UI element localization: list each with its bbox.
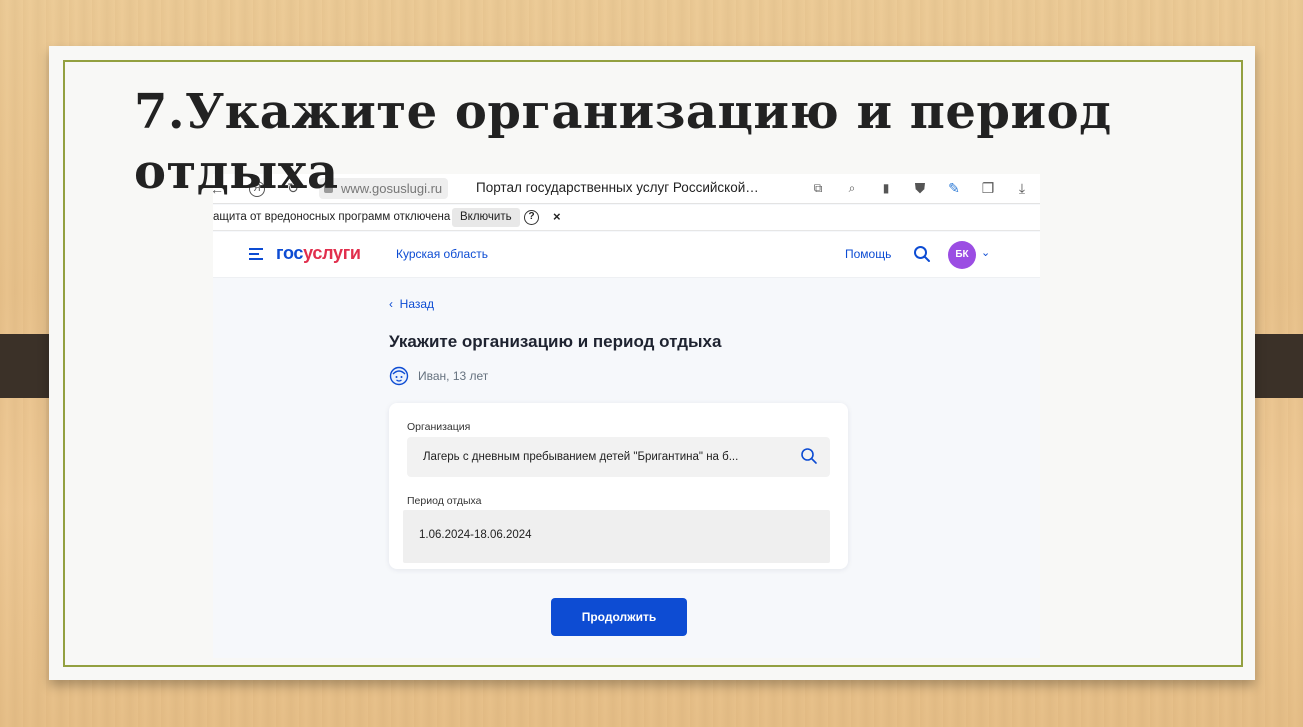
help-icon[interactable]: ? <box>524 210 539 225</box>
continue-button[interactable]: Продолжить <box>551 598 687 636</box>
site-search-icon[interactable] <box>913 245 931 263</box>
screenshot-panel: ← Я ↻ www.gosuslugi.ru Портал государств… <box>213 174 1040 658</box>
child-avatar-icon <box>389 366 409 386</box>
search-icon[interactable] <box>800 447 818 465</box>
period-field[interactable]: 1.06.2024-18.06.2024 <box>403 510 830 563</box>
child-name: Иван, 13 лет <box>418 369 489 383</box>
back-link[interactable]: ‹ Назад <box>389 297 434 311</box>
site-header: госуслуги Курская область Помощь БК ⌄ <box>213 232 1040 278</box>
child-info: Иван, 13 лет <box>389 366 489 386</box>
page-title: Укажите организацию и период отдыха <box>389 332 722 351</box>
menu-icon[interactable] <box>249 248 263 260</box>
close-icon[interactable]: × <box>553 209 561 224</box>
enable-protection-button[interactable]: Включить <box>452 208 520 227</box>
warning-text: ащита от вредоносных программ отключена <box>213 211 451 223</box>
organization-field[interactable]: Лагерь с дневным пребыванием детей "Бриг… <box>407 437 830 477</box>
help-link[interactable]: Помощь <box>845 247 891 261</box>
form-card: Организация Лагерь с дневным пребыванием… <box>389 403 848 569</box>
security-warning-bar: ащита от вредоносных программ отключена … <box>213 205 1040 231</box>
chevron-down-icon[interactable]: ⌄ <box>981 246 990 259</box>
organization-label: Организация <box>407 421 471 433</box>
avatar[interactable]: БК <box>948 241 976 269</box>
slide-title: 7.Укажите организацию и период отдыха <box>134 84 1112 200</box>
period-label: Период отдыха <box>407 495 482 507</box>
gosuslugi-logo[interactable]: госуслуги <box>276 243 361 264</box>
period-value: 1.06.2024-18.06.2024 <box>419 529 532 541</box>
region-selector[interactable]: Курская область <box>396 247 488 261</box>
organization-value: Лагерь с дневным пребыванием детей "Бриг… <box>423 451 739 463</box>
